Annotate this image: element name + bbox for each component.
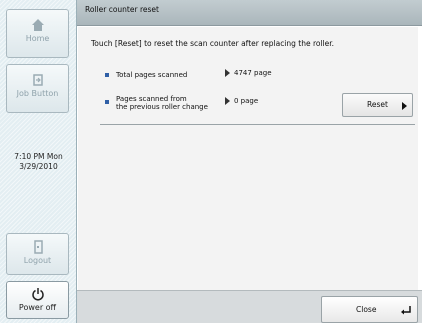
total-pages-value-text: 4747 page	[234, 69, 272, 77]
since-change-label-line2: the previous roller change	[116, 103, 208, 111]
total-pages-value: 4747 page	[225, 69, 272, 77]
sidebar: Home Job Button 7:10 PM Mon 3/29/2010 Lo…	[0, 0, 77, 323]
job-button-icon	[32, 74, 43, 86]
job-button[interactable]: Job Button	[6, 64, 69, 113]
bullet-marker	[105, 73, 109, 77]
home-button[interactable]: Home	[6, 9, 69, 58]
bullet-marker	[105, 100, 109, 104]
close-button[interactable]: Close	[321, 296, 418, 323]
home-icon	[31, 19, 44, 31]
logout-icon	[33, 240, 43, 254]
clock-date: 3/29/2010	[19, 162, 58, 171]
since-change-label-line1: Pages scanned from	[116, 95, 187, 103]
chevron-right-icon	[402, 102, 407, 110]
since-change-label: Pages scanned from the previous roller c…	[116, 95, 208, 111]
logout-label: Logout	[23, 256, 52, 265]
clock-time: 7:10 PM Mon	[14, 152, 63, 161]
clock: 7:10 PM Mon 3/29/2010	[0, 152, 77, 172]
close-label: Close	[356, 305, 377, 314]
power-icon	[31, 288, 44, 301]
since-change-value-text: 0 page	[234, 97, 259, 105]
since-change-value: 0 page	[225, 97, 258, 105]
reset-button[interactable]: Reset	[342, 93, 413, 117]
footer-bar: Close	[77, 290, 422, 323]
total-pages-label: Total pages scanned	[116, 71, 188, 79]
instruction-text: Touch [Reset] to reset the scan counter …	[91, 39, 335, 48]
value-arrow-icon	[225, 69, 230, 77]
job-button-label: Job Button	[16, 89, 59, 98]
reset-label: Reset	[367, 100, 388, 109]
power-off-button[interactable]: Power off	[6, 281, 69, 319]
enter-icon	[401, 306, 411, 315]
value-arrow-icon	[225, 97, 230, 105]
main-panel: Touch [Reset] to reset the scan counter …	[78, 27, 418, 290]
logout-button[interactable]: Logout	[6, 233, 69, 275]
window-title: Roller counter reset	[85, 5, 159, 14]
divider	[100, 124, 415, 125]
power-off-label: Power off	[18, 303, 57, 312]
home-label: Home	[25, 34, 50, 43]
window-title-bar: Roller counter reset	[77, 0, 422, 26]
